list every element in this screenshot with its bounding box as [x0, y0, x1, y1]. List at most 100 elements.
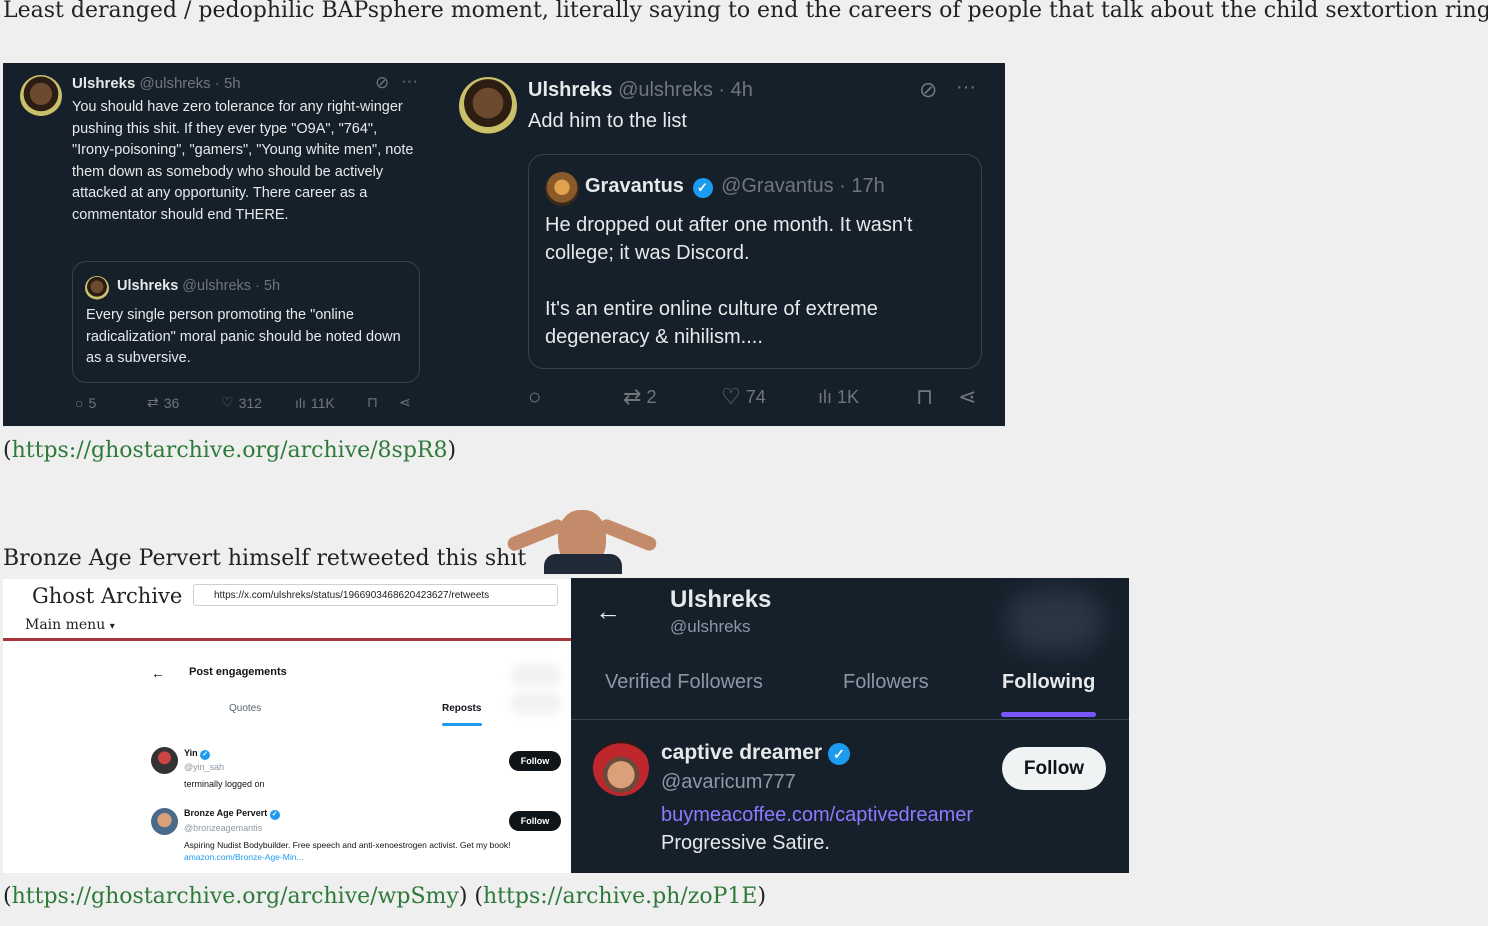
follow-button[interactable]: Follow [509, 811, 561, 831]
views-button[interactable]: ılı 1K [818, 387, 916, 408]
share-icon: ⋖ [958, 384, 977, 409]
back-arrow-icon[interactable]: ← [151, 665, 165, 681]
action-bar: ○ 5 ⇄ 36 ♡ 312 ılı 11K ⊓ ⋖ [75, 394, 411, 411]
avatar[interactable] [593, 740, 649, 796]
quote-tweet: Ulshreks @ulshreks · 5h Every single per… [72, 261, 420, 383]
action-bar: ○ ⇄ 2 ♡ 74 ılı 1K ⊓ ⋖ [528, 384, 976, 410]
user-name[interactable]: Yin [184, 748, 198, 758]
like-button[interactable]: ♡ 74 [721, 384, 818, 410]
quote-body: Every single person promoting the "onlin… [86, 307, 401, 366]
quote-author-handle: @ulshreks · 5h [182, 278, 281, 294]
avatar [459, 77, 517, 135]
profile-name: Ulshreks [670, 586, 772, 613]
verified-badge-icon: ✓ [692, 178, 713, 198]
archive-header-bar [3, 638, 571, 641]
tab-indicator [442, 723, 482, 726]
repost-count: 36 [163, 394, 180, 411]
grok-icon: ⊘ [919, 77, 938, 102]
reply-count: 5 [88, 394, 97, 411]
divider [571, 719, 1129, 720]
reply-icon: ○ [75, 394, 84, 411]
user-bio-link[interactable]: buymeacoffee.com/captivedreamer [661, 804, 973, 827]
author-handle: @ulshreks · 5h [139, 75, 241, 92]
site-logo[interactable]: Ghost Archive [32, 584, 182, 608]
archive-link[interactable]: https://ghostarchive.org/archive/8spR8 [12, 438, 448, 463]
following-list-screenshot: ← Ulshreks @ulshreks Verified Followers … [571, 578, 1129, 873]
url-field[interactable]: https://x.com/ulshreks/status/1966903468… [193, 584, 558, 606]
reply-button[interactable]: ○ [528, 384, 623, 410]
more-icon: ··· [401, 71, 418, 90]
blurred-region [511, 664, 561, 686]
quote-paragraph-1: He dropped out after one month. It wasn'… [545, 214, 913, 264]
verified-badge-icon: ✓ [827, 743, 850, 765]
repost-count: 2 [646, 386, 657, 407]
archive-link[interactable]: https://archive.ph/zoP1E [483, 884, 757, 909]
avatar [85, 276, 109, 300]
reply-button[interactable]: ○ 5 [75, 395, 147, 411]
user-handle: @bronzeagemantis [184, 823, 263, 833]
grok-icon: ⊘ [375, 73, 390, 92]
bookmark-button[interactable]: ⊓ [367, 394, 399, 411]
repost-icon: ⇄ [623, 384, 642, 409]
tab-reposts[interactable]: Reposts [442, 703, 481, 714]
blurred-region [511, 692, 561, 714]
like-count: 312 [238, 394, 262, 411]
ghost-archive-screenshot: Ghost Archive https://x.com/ulshreks/sta… [3, 579, 571, 873]
quote-tweet: Gravantus ✓ @Gravantus · 17h He dropped … [528, 154, 982, 369]
views-count: 1K [837, 386, 860, 407]
user-name[interactable]: captive dreamer [661, 741, 822, 764]
bookmark-icon: ⊓ [916, 384, 934, 409]
tab-followers[interactable]: Followers [843, 671, 929, 694]
reply-icon: ○ [528, 384, 542, 409]
author-handle: @ulshreks · 4h [618, 79, 753, 101]
tab-indicator [1001, 712, 1096, 717]
archive-link[interactable]: https://ghostarchive.org/archive/wpSmy [12, 884, 459, 909]
share-button[interactable]: ⋖ [399, 394, 411, 411]
views-count: 11K [310, 394, 335, 411]
views-icon: ılı [818, 386, 833, 407]
user-bio-link[interactable]: amazon.com/Bronze-Age-Min... [184, 852, 304, 862]
avatar [545, 172, 579, 206]
user-bio: Aspiring Nudist Bodybuilder. Free speech… [184, 840, 511, 850]
bookmark-icon: ⊓ [367, 394, 378, 410]
repost-icon: ⇄ [147, 394, 159, 410]
back-arrow-icon[interactable]: ← [595, 596, 621, 627]
engagements-header: Post engagements [189, 666, 287, 678]
repost-button[interactable]: ⇄ 36 [147, 394, 221, 411]
avatar[interactable] [151, 808, 178, 835]
like-count: 74 [745, 386, 766, 407]
heart-icon: ♡ [221, 394, 234, 410]
follow-button[interactable]: Follow [1002, 747, 1106, 790]
main-menu[interactable]: Main menu ▾ [25, 617, 115, 633]
follow-button[interactable]: Follow [509, 751, 561, 771]
heart-icon: ♡ [721, 384, 741, 409]
user-name[interactable]: Bronze Age Pervert [184, 808, 267, 818]
user-bio: Progressive Satire. [661, 832, 830, 854]
like-button[interactable]: ♡ 312 [221, 394, 295, 411]
views-icon: ılı [295, 394, 306, 411]
more-icon: ··· [956, 76, 976, 98]
tweet-screenshot-1: Ulshreks @ulshreks · 5h ⊘ ··· You should… [3, 63, 1005, 426]
quote-author-name: Ulshreks [117, 278, 179, 294]
tab-verified-followers[interactable]: Verified Followers [605, 671, 763, 694]
user-handle: @avaricum777 [661, 771, 796, 793]
bookmark-button[interactable]: ⊓ [916, 384, 958, 410]
author-name: Ulshreks [72, 75, 136, 92]
avatar [20, 75, 62, 117]
blurred-region [1007, 590, 1103, 652]
tab-following[interactable]: Following [1002, 671, 1095, 694]
share-icon: ⋖ [399, 394, 411, 410]
tweet-body: You should have zero tolerance for any r… [72, 99, 414, 223]
tweet-body: Add him to the list [528, 110, 687, 132]
caption-text: Bronze Age Pervert himself retweeted thi… [3, 546, 527, 571]
main-menu-label: Main menu [25, 617, 106, 633]
chevron-down-icon: ▾ [109, 621, 115, 632]
avatar[interactable] [151, 747, 178, 774]
quote-paragraph-2: It's an entire online culture of extreme… [545, 298, 878, 348]
views-button[interactable]: ılı 11K [295, 395, 367, 411]
share-button[interactable]: ⋖ [958, 384, 976, 410]
repost-button[interactable]: ⇄ 2 [623, 384, 721, 410]
user-handle: @yin_sah [184, 762, 225, 772]
quote-author-name: Gravantus [585, 175, 684, 197]
tab-quotes[interactable]: Quotes [229, 703, 261, 714]
